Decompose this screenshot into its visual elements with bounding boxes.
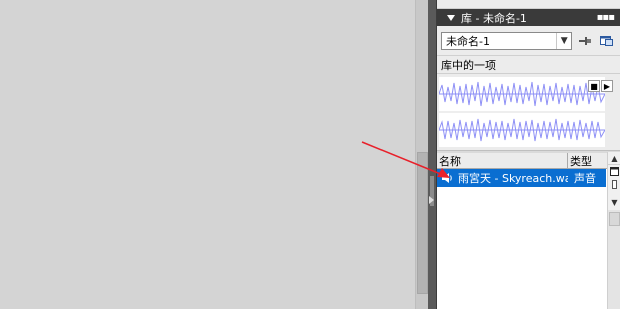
- panel-top-strip: [437, 0, 620, 9]
- library-list-scrollbar[interactable]: ▲ ▼: [607, 152, 620, 309]
- wide-view-icon[interactable]: [608, 165, 620, 178]
- column-header-type-label: 类型: [570, 154, 592, 168]
- narrow-view-icon[interactable]: [608, 178, 620, 191]
- list-header: 名称 类型: [437, 153, 620, 169]
- scroll-down-icon[interactable]: ▼: [608, 196, 620, 209]
- library-panel-titlebar[interactable]: 库 - 未命名-1 ▪▪▪: [437, 9, 620, 26]
- scroll-up-icon[interactable]: ▲: [608, 152, 620, 165]
- panel-menu-icon[interactable]: ▪▪▪: [597, 12, 615, 23]
- preview-divider[interactable]: [437, 150, 620, 153]
- chevron-down-icon[interactable]: ▼: [556, 32, 571, 49]
- column-header-name[interactable]: 名称: [437, 153, 568, 168]
- column-header-name-label: 名称: [439, 154, 461, 168]
- new-library-panel-icon[interactable]: [598, 32, 616, 50]
- library-toolbar: 未命名-1 ▼: [437, 26, 620, 56]
- panel-splitter[interactable]: [428, 0, 436, 309]
- preview-item-label: 库中的一项: [437, 56, 620, 73]
- item-preview-pane: ■ ▶: [437, 73, 620, 153]
- collapse-triangle-icon[interactable]: [447, 14, 455, 21]
- stage-area[interactable]: [0, 0, 415, 309]
- speaker-icon: [439, 172, 455, 184]
- play-icon[interactable]: ▶: [601, 80, 613, 92]
- stage-scroll-thumb[interactable]: [417, 152, 428, 294]
- library-panel-title: 库 - 未命名-1: [461, 11, 527, 25]
- stage-vertical-scrollbar[interactable]: [415, 0, 428, 309]
- library-item-row[interactable]: 雨宮天 - Skyreach.wav 声音: [437, 169, 606, 187]
- library-item-name: 雨宮天 - Skyreach.wav: [458, 172, 568, 185]
- document-select[interactable]: 未命名-1 ▼: [441, 31, 573, 50]
- splitter-collapse-arrow-icon[interactable]: [429, 196, 434, 204]
- column-header-type[interactable]: 类型: [568, 153, 606, 168]
- library-item-type: 声音: [574, 172, 596, 185]
- pin-library-icon[interactable]: [576, 32, 594, 50]
- document-select-value: 未命名-1: [446, 34, 490, 48]
- stop-icon[interactable]: ■: [588, 80, 600, 92]
- library-panel: 库 - 未命名-1 ▪▪▪ 未命名-1 ▼ 库中的一项 ■ ▶ 名称 类型 雨宮…: [436, 0, 620, 309]
- scroll-thumb[interactable]: [609, 212, 620, 226]
- waveform-preview: [439, 77, 605, 147]
